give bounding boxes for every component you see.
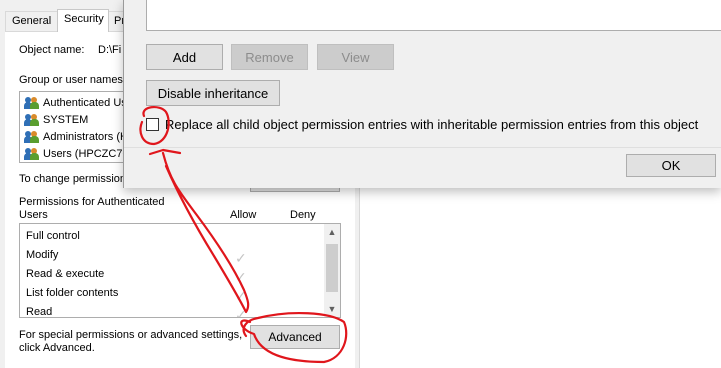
user-name: Authenticated Us: [43, 96, 127, 109]
deny-column-header: Deny: [290, 209, 316, 221]
dialog-button-bar: OK: [124, 147, 721, 188]
user-name: SYSTEM: [43, 113, 89, 126]
ok-button[interactable]: OK: [626, 154, 716, 177]
view-button[interactable]: View: [317, 44, 394, 70]
disable-inheritance-button[interactable]: Disable inheritance: [146, 80, 280, 106]
users-group-icon: [24, 96, 40, 109]
special-permissions-hint-2: click Advanced.: [19, 342, 95, 354]
permission-row-full-control: Full control: [26, 230, 80, 242]
allow-modify-checkmark-icon: ✓: [235, 250, 247, 266]
user-item-administrators[interactable]: Administrators (H: [24, 129, 128, 144]
users-group-icon: [24, 113, 40, 126]
scroll-down-arrow-icon[interactable]: ▼: [324, 301, 340, 317]
permissions-listbox[interactable]: Full control Modify Read & execute List …: [19, 223, 341, 318]
object-name-label: Object name:: [19, 44, 85, 56]
special-permissions-hint: For special permissions or advanced sett…: [19, 329, 243, 341]
replace-child-permissions-checkbox[interactable]: [146, 118, 159, 131]
group-user-names-label: Group or user names:: [19, 74, 126, 86]
scroll-up-arrow-icon[interactable]: ▲: [324, 224, 340, 240]
user-item-system[interactable]: SYSTEM: [24, 112, 88, 127]
user-name: Administrators (H: [43, 130, 128, 143]
users-group-icon: [24, 130, 40, 143]
user-item-users[interactable]: Users (HPCZC70: [24, 146, 129, 161]
user-item-authenticated-users[interactable]: Authenticated Us: [24, 95, 127, 110]
permissions-for-label: Permissions for Authenticated: [19, 196, 165, 208]
permission-entries-list[interactable]: [146, 0, 721, 31]
replace-child-permissions-label[interactable]: Replace all child object permission entr…: [165, 117, 698, 132]
advanced-button[interactable]: Advanced: [250, 325, 340, 349]
permission-row-read-execute: Read & execute: [26, 268, 105, 280]
permission-row-read: Read: [26, 306, 53, 318]
tab-general[interactable]: General: [5, 11, 59, 31]
permissions-for-user: Users: [19, 209, 48, 221]
user-name: Users (HPCZC70: [43, 147, 129, 160]
permissions-scrollbar[interactable]: ▲ ▼: [324, 224, 340, 317]
allow-list-folder-checkmark-icon: ✓: [235, 288, 247, 304]
allow-column-header: Allow: [230, 209, 257, 221]
advanced-security-dialog: Add Remove View Disable inheritance Repl…: [123, 0, 721, 188]
tab-security[interactable]: Security: [57, 9, 109, 32]
permission-row-list-folder: List folder contents: [26, 287, 119, 299]
change-permissions-hint: To change permission: [19, 173, 127, 185]
object-name-value: D:\Fi: [98, 44, 122, 56]
scroll-thumb[interactable]: [326, 244, 338, 292]
allow-read-execute-checkmark-icon: ✓: [235, 269, 247, 285]
users-group-icon: [24, 147, 40, 160]
remove-button[interactable]: Remove: [231, 44, 308, 70]
permission-row-modify: Modify: [26, 249, 59, 261]
add-button[interactable]: Add: [146, 44, 223, 70]
allow-read-checkmark-icon: ✓: [235, 307, 247, 318]
users-listbox[interactable]: Authenticated Us SYSTEM Administrators (…: [19, 91, 129, 163]
